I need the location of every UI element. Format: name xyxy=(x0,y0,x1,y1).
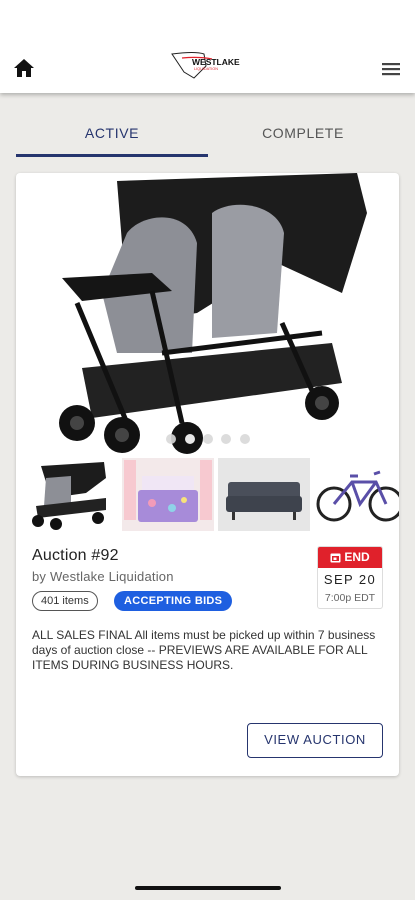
svg-text:WESTLAKE: WESTLAKE xyxy=(192,57,240,67)
tab-complete[interactable]: COMPLETE xyxy=(207,93,399,157)
status-badge: ACCEPTING BIDS xyxy=(114,591,233,611)
carousel-dot[interactable] xyxy=(166,434,177,444)
home-indicator[interactable] xyxy=(135,886,281,890)
thumbnail-bike[interactable] xyxy=(314,458,399,531)
end-label: END xyxy=(344,550,370,564)
carousel-dots xyxy=(22,431,394,449)
app-bar: WESTLAKE LIQUIDATION xyxy=(0,0,415,93)
auction-seller: by Westlake Liquidation xyxy=(32,569,174,584)
tab-active[interactable]: ACTIVE xyxy=(16,93,208,157)
thumbnail-sofa[interactable] xyxy=(218,458,310,531)
auction-description: ALL SALES FINAL All items must be picked… xyxy=(32,628,376,672)
menu-button[interactable] xyxy=(379,58,403,80)
home-icon xyxy=(14,59,34,77)
view-auction-button[interactable]: VIEW AUCTION xyxy=(247,723,383,758)
carousel-dot[interactable] xyxy=(203,434,213,444)
carousel-dot[interactable] xyxy=(239,434,250,444)
hamburger-menu-icon xyxy=(382,63,400,76)
end-date: SEP 20 xyxy=(323,572,377,587)
svg-text:LIQUIDATION: LIQUIDATION xyxy=(194,67,218,71)
carousel-dot[interactable] xyxy=(184,434,195,444)
auction-card[interactable]: Auction #92 by Westlake Liquidation 401 … xyxy=(16,173,399,776)
calendar-icon xyxy=(330,553,341,563)
home-button[interactable] xyxy=(12,57,36,79)
end-time: 7:00p EDT xyxy=(324,592,376,604)
tab-indicator xyxy=(16,154,208,157)
auction-title[interactable]: Auction #92 xyxy=(32,547,119,565)
carousel-dot[interactable] xyxy=(221,434,232,444)
thumbnail-stroller[interactable] xyxy=(26,458,118,531)
westlake-logo: WESTLAKE LIQUIDATION xyxy=(168,48,248,84)
end-date-badge: END SEP 20 7:00p EDT xyxy=(317,546,383,609)
item-count-chip: 401 items xyxy=(32,591,98,611)
tab-bar: ACTIVE COMPLETE xyxy=(0,93,415,157)
thumbnail-bedding[interactable] xyxy=(122,458,214,531)
thumbnail-strip xyxy=(26,458,399,531)
end-header: END xyxy=(318,547,382,568)
hero-image-stroller[interactable] xyxy=(22,173,394,456)
